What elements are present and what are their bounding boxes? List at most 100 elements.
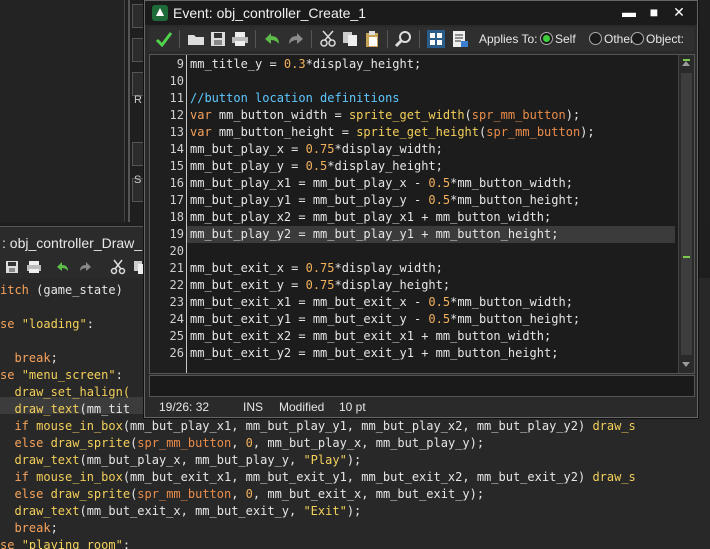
line-number: 14	[169, 142, 184, 156]
radio-object[interactable]	[631, 32, 644, 45]
vertical-scrollbar[interactable]	[678, 55, 694, 373]
toolbar-separator	[387, 30, 388, 48]
code-token: :	[86, 317, 94, 331]
code-line: mm_but_play_y2 = mm_but_play_y1 + mm_but…	[190, 226, 558, 243]
code-token: 0.5	[428, 295, 451, 309]
code-token: break	[0, 351, 51, 365]
copy-icon[interactable]	[341, 30, 359, 48]
code-token: (mm_tit	[79, 402, 131, 416]
print-icon[interactable]	[231, 30, 249, 48]
background-code-line: if mouse_in_box(mm_but_play_x1, mm_but_p…	[0, 418, 636, 435]
code-token: mm_but_exit_x1 = mm_but_exit_x -	[190, 295, 429, 309]
window-title-bar[interactable]: Event: obj_controller_Create_1 ▬ ■ ✕	[145, 1, 697, 25]
code-token: ,	[231, 436, 246, 450]
code-token: spr_mm_button	[471, 108, 566, 122]
code-completion-icon[interactable]	[427, 30, 445, 48]
code-token: (mm_but_play_x, mm_but_play_y,	[79, 453, 304, 467]
code-token: itch	[0, 283, 37, 297]
code-token: draw_s	[592, 470, 636, 484]
scroll-down-arrow[interactable]	[682, 362, 690, 367]
code-token: mm_but_play_x =	[190, 142, 306, 156]
modified-status: Modified	[279, 400, 325, 414]
code-input-bar[interactable]	[149, 375, 695, 397]
code-token: mm_title_y =	[190, 57, 284, 71]
code-token: "Play"	[303, 453, 347, 467]
save-icon[interactable]	[209, 30, 227, 48]
code-token: mm_button_width =	[218, 108, 349, 122]
status-bar: 19/26: 32 INS Modified 10 pt	[149, 398, 693, 416]
code-token: else	[0, 487, 51, 501]
code-token: break	[0, 521, 51, 535]
undo-icon[interactable]	[263, 30, 281, 48]
code-token: , mm_but_exit_x, mm_but_exit_y);	[252, 487, 485, 501]
side-letter: R	[134, 94, 142, 106]
code-line: mm_but_play_x = 0.75*display_width;	[190, 141, 443, 158]
radio-self-label: Self	[555, 32, 576, 46]
ok-check-icon[interactable]	[155, 30, 173, 48]
background-editor-title-bar[interactable]: : obj_controller_Draw_	[0, 226, 150, 257]
background-code-line: else draw_sprite(spr_mm_button, 0, mm_bu…	[0, 486, 484, 503]
code-token: 0.5	[428, 193, 451, 207]
cursor-position: 19/26: 32	[159, 400, 210, 414]
code-token: (game_state)	[36, 283, 123, 297]
code-token: 0.75	[305, 261, 335, 275]
code-token: draw_text	[0, 453, 80, 467]
code-token: spr_mm_button	[137, 436, 232, 450]
radio-other[interactable]	[589, 32, 602, 45]
background-code-line: draw_text(mm_but_play_x, mm_but_play_y, …	[0, 452, 361, 469]
line-number: 20	[169, 244, 184, 258]
scroll-thumb[interactable]	[681, 73, 692, 355]
save-icon[interactable]	[4, 259, 20, 275]
cut-icon[interactable]	[110, 259, 126, 275]
background-code-line: break;	[0, 520, 57, 537]
redo-icon[interactable]	[287, 30, 305, 48]
code-token: spr_mm_button	[486, 125, 581, 139]
panel-splitter[interactable]	[128, 0, 130, 222]
scroll-up-arrow[interactable]	[682, 61, 690, 66]
code-token: sprite_get_height	[356, 125, 480, 139]
code-token: var	[190, 125, 219, 139]
cut-icon[interactable]	[319, 30, 337, 48]
undo-icon[interactable]	[54, 259, 70, 275]
code-token: 0	[245, 436, 253, 450]
close-button[interactable]: ✕	[667, 3, 691, 21]
radio-self[interactable]	[540, 32, 553, 45]
code-token: mm_but_exit_x2 = mm_but_exit_x1 + mm_but…	[190, 329, 552, 343]
code-token: mouse_in_box	[36, 419, 123, 433]
maximize-button[interactable]: ■	[642, 3, 666, 21]
code-line: mm_but_exit_y = 0.75*display_height;	[190, 277, 450, 294]
code-line: mm_but_play_x1 = mm_but_play_x - 0.5*mm_…	[190, 175, 573, 192]
search-icon[interactable]	[395, 30, 413, 48]
code-token: "Exit"	[303, 504, 347, 518]
redo-icon[interactable]	[78, 259, 94, 275]
toolbar-separator	[255, 30, 256, 48]
open-folder-icon[interactable]	[187, 30, 205, 48]
code-token: spr_mm_button	[137, 487, 232, 501]
code-token: 0.5	[428, 176, 451, 190]
background-code-line: se "playing_room":	[0, 537, 130, 549]
script-info-icon[interactable]	[451, 30, 469, 48]
code-editor[interactable]: 9 10 11 12 13 14 15 16 17 18 19 20 21 22 23 24 25 26 mm_t…	[149, 54, 695, 374]
code-line: mm_but_play_y1 = mm_but_play_y - 0.5*mm_…	[190, 192, 580, 209]
code-token: if	[0, 419, 37, 433]
code-token: draw_set_halign(	[0, 385, 131, 399]
event-code-window: Event: obj_controller_Create_1 ▬ ■ ✕ App…	[144, 0, 698, 418]
code-line: mm_but_exit_x = 0.75*display_width;	[190, 260, 443, 277]
code-token: draw_sprite	[50, 436, 131, 450]
code-token: );	[346, 453, 362, 467]
code-token: *display_height;	[305, 57, 422, 71]
code-token: se	[0, 368, 22, 382]
code-line: mm_but_play_y = 0.5*display_height;	[190, 158, 443, 175]
code-token: 0.3	[283, 57, 306, 71]
code-token: draw_s	[592, 419, 636, 433]
background-code-line: else draw_sprite(spr_mm_button, 0, mm_bu…	[0, 435, 484, 452]
background-code-line: draw_set_halign(	[0, 384, 130, 401]
code-token: mm_but_exit_x =	[190, 261, 306, 275]
line-number: 10	[169, 74, 184, 88]
print-icon[interactable]	[26, 259, 42, 275]
line-number: 24	[169, 312, 184, 326]
paste-icon[interactable]	[363, 30, 381, 48]
code-token: else	[0, 436, 51, 450]
minimize-button[interactable]: ▬	[617, 3, 641, 21]
code-token: var	[190, 108, 219, 122]
